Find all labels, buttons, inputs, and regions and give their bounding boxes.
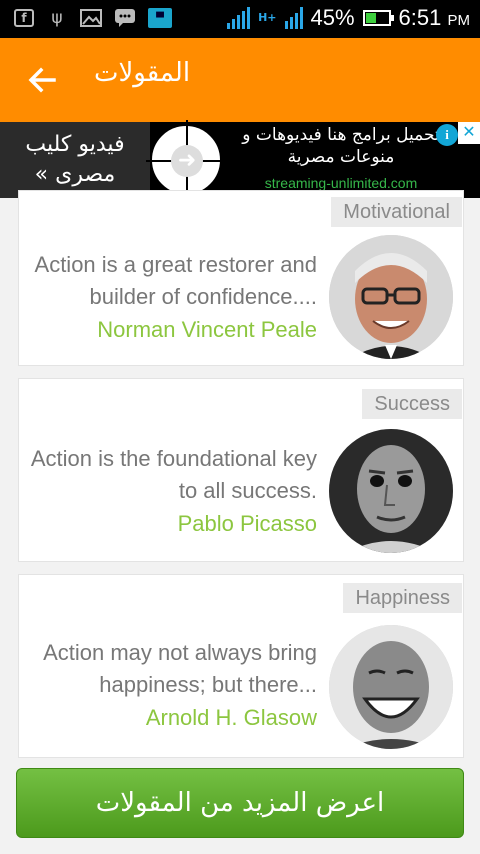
quote-author: Pablo Picasso (177, 511, 317, 536)
clock: 6:51 PM (399, 5, 470, 31)
ad-arrow-button[interactable]: ➜ (146, 120, 226, 200)
ad-banner[interactable]: فيديو كليب مصرى » ➜ تحميل برامج هنا فيدي… (0, 120, 480, 200)
notification-icons: f ψ ▀ (14, 7, 172, 29)
clock-time: 6:51 (398, 5, 442, 30)
battery-fill (365, 13, 376, 23)
usb-icon: ψ (51, 8, 63, 28)
system-indicators: H+ 45% 6:51 PM (227, 5, 470, 31)
arrow-right-icon: ➜ (171, 145, 203, 177)
status-bar: f ψ ▀ H+ 45% 6:51 PM (0, 0, 480, 38)
app-bar: المقولات (0, 38, 480, 122)
ad-main[interactable]: تحميل برامج هنا فيديوهات و منوعات مصرية … (224, 122, 458, 198)
quote-card[interactable]: Motivational Action is a great restorer … (18, 190, 464, 366)
show-more-quotes-button[interactable]: اعرض المزيد من المقولات (16, 768, 464, 838)
quote-card[interactable]: Success Action is the foundational key t… (18, 378, 464, 562)
ad-main-text: تحميل برامج هنا فيديوهات و منوعات مصرية (242, 125, 440, 167)
author-photo (329, 235, 453, 359)
quote-author: Arnold H. Glasow (145, 705, 317, 730)
back-arrow-icon[interactable] (26, 64, 58, 96)
quote-text: Action is a great restorer and builder o… (34, 252, 317, 309)
quote-text: Action is the foundational key to all su… (30, 446, 317, 503)
quote-text: Action may not always bring happiness; b… (43, 640, 317, 697)
category-tag: Happiness (343, 583, 462, 613)
quote-card[interactable]: Happiness Action may not always bring ha… (18, 574, 464, 758)
facebook-icon: f (14, 9, 34, 27)
battery-percent: 45% (310, 5, 355, 30)
ad-info-icon[interactable]: i (436, 124, 458, 146)
category-tag: Motivational (331, 197, 462, 227)
image-icon (80, 7, 102, 29)
category-tag: Success (362, 389, 462, 419)
message-icon (114, 7, 136, 29)
clock-ampm: PM (447, 12, 471, 29)
ad-left-text[interactable]: فيديو كليب مصرى » (0, 122, 150, 198)
quote-author: Norman Vincent Peale (97, 317, 317, 342)
network-type-label: H+ (258, 11, 277, 24)
author-photo (329, 429, 453, 553)
author-photo (329, 625, 453, 749)
battery-icon (362, 10, 394, 26)
app-notification-icon: ▀ (148, 8, 172, 28)
signal-strength-icon-2 (284, 7, 303, 29)
signal-strength-icon (227, 7, 251, 29)
page-title: المقولات (94, 58, 191, 88)
ad-close-icon[interactable]: ✕ (458, 122, 480, 144)
